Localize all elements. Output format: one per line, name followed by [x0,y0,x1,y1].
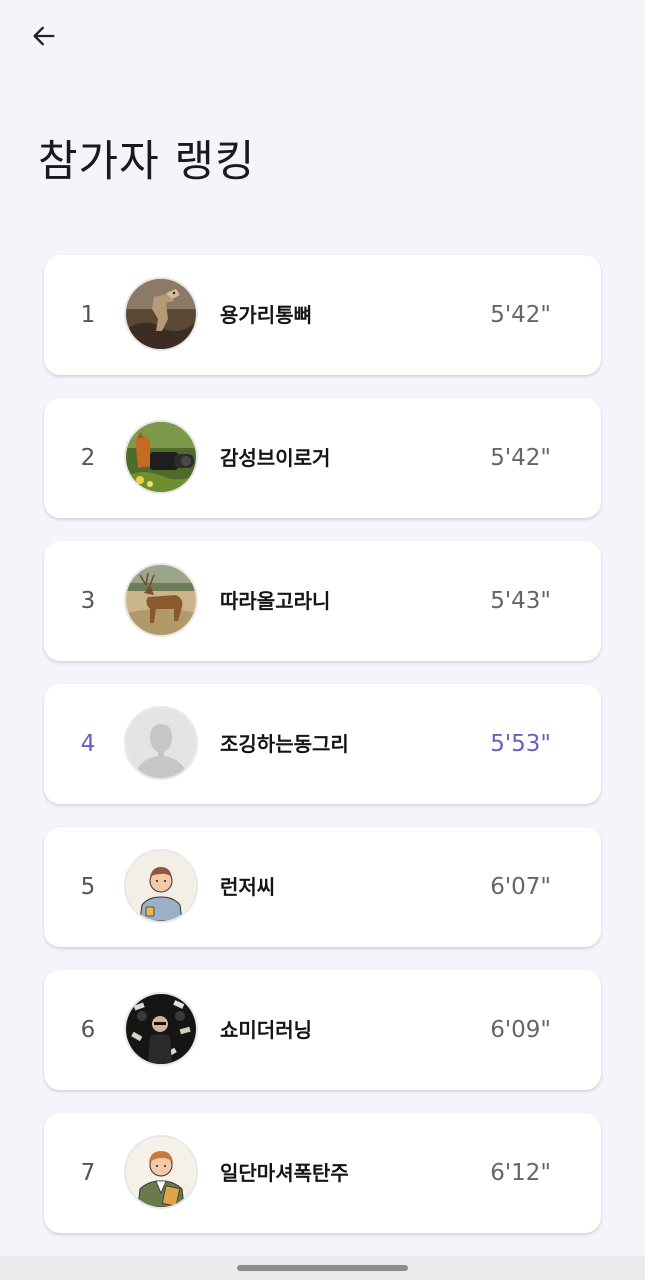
back-button[interactable] [24,16,64,56]
man-clipboard-illustration-icon [126,1137,196,1207]
ranking-screen: 참가자 랭킹 1 용가리통뼈 5'42" 2 감성브이로거 5'42" 3 따라… [0,0,645,1280]
pace-time: 6'12" [490,1160,551,1186]
man-illustration-icon [126,851,196,921]
default-person-icon [126,708,196,778]
pace-time: 6'07" [490,874,551,900]
ranking-item-current-user[interactable]: 4 조깅하는동그리 5'53" [44,684,601,804]
avatar [124,563,198,637]
pace-time: 6'09" [490,1017,551,1043]
home-indicator[interactable] [237,1265,408,1271]
ranking-item[interactable]: 5 런저씨 6'07" [44,827,601,947]
rank-number: 7 [80,1160,96,1186]
avatar [124,277,198,351]
ranking-item[interactable]: 6 쇼미더러닝 6'09" [44,970,601,1090]
participant-name: 따라올고라니 [220,589,331,613]
ranking-list[interactable]: 1 용가리통뼈 5'42" 2 감성브이로거 5'42" 3 따라올고라니 5'… [44,255,601,1280]
deer-photo-icon [126,565,196,635]
rank-number: 1 [80,302,96,328]
rank-number: 6 [80,1017,96,1043]
avatar [124,849,198,923]
rank-number: 3 [80,588,96,614]
participant-name: 감성브이로거 [220,446,331,470]
participant-name: 조깅하는동그리 [220,732,349,756]
pace-time: 5'43" [490,588,551,614]
arrow-left-icon [33,26,55,46]
ranking-item[interactable]: 1 용가리통뼈 5'42" [44,255,601,375]
rank-number: 4 [80,731,96,757]
ranking-item[interactable]: 3 따라올고라니 5'43" [44,541,601,661]
money-party-photo-icon [126,994,196,1064]
avatar [124,420,198,494]
ranking-item[interactable]: 2 감성브이로거 5'42" [44,398,601,518]
ranking-item[interactable]: 7 일단마셔폭탄주 6'12" [44,1113,601,1233]
pace-time: 5'42" [490,445,551,471]
pace-time: 5'42" [490,302,551,328]
pace-time: 5'53" [490,731,551,757]
avatar [124,706,198,780]
system-navigation-bar [0,1256,645,1280]
squirrel-camera-photo-icon [126,422,196,492]
rank-number: 5 [80,874,96,900]
avatar [124,992,198,1066]
page-title: 참가자 랭킹 [38,137,256,187]
participant-name: 용가리통뼈 [220,303,312,327]
participant-name: 런저씨 [220,875,276,899]
rank-number: 2 [80,445,96,471]
avatar [124,1135,198,1209]
participant-name: 일단마셔폭탄주 [220,1161,349,1185]
participant-name: 쇼미더러닝 [220,1018,312,1042]
dinosaur-photo-icon [126,279,196,349]
